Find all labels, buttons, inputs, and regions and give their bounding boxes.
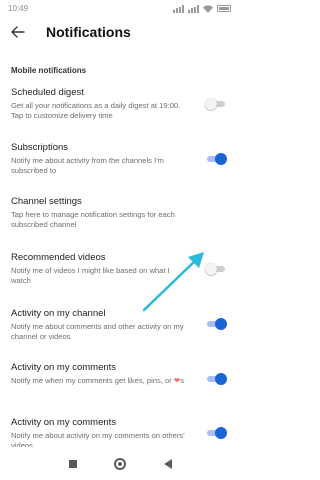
recents-icon[interactable]: [68, 459, 77, 468]
signal-icon: [173, 4, 184, 13]
activity-on-my-channel-toggle[interactable]: [205, 318, 227, 330]
status-icons: [173, 4, 231, 13]
setting-description: Notify me about activity from the channe…: [11, 156, 164, 175]
setting-description: Notify me when my comments get likes, pi…: [11, 376, 185, 385]
setting-title: Subscriptions: [11, 142, 69, 153]
setting-description: Tap here to manage notification settings…: [11, 210, 175, 229]
status-time: 10:49: [8, 4, 29, 13]
system-nav-bar: [0, 447, 241, 480]
setting-channel-settings[interactable]: Channel settings Tap here to manage noti…: [0, 196, 241, 230]
setting-title: Activity on my comments: [11, 417, 117, 428]
setting-description: Get all your notifications as a daily di…: [11, 101, 181, 120]
annotation-arrow-icon: [142, 252, 204, 312]
wifi-icon: [203, 4, 213, 13]
battery-icon: [217, 5, 231, 12]
activity-on-my-comments-others-toggle[interactable]: [205, 427, 227, 439]
page-title: Notifications: [46, 24, 131, 40]
signal-icon-2: [188, 4, 199, 13]
back-arrow-icon[interactable]: [11, 23, 29, 41]
activity-on-my-comments-toggle[interactable]: [205, 373, 227, 385]
home-icon[interactable]: [114, 457, 127, 470]
setting-title: Channel settings: [11, 196, 82, 207]
setting-description: Notify me about comments and other activ…: [11, 322, 184, 341]
setting-title: Scheduled digest: [11, 87, 84, 98]
section-header: Mobile notifications: [11, 66, 87, 75]
scheduled-digest-toggle[interactable]: [205, 98, 227, 110]
back-icon[interactable]: [164, 458, 173, 469]
status-bar: 10:49: [0, 0, 241, 17]
setting-title: Activity on my comments: [11, 362, 117, 373]
subscriptions-toggle[interactable]: [205, 153, 227, 165]
toolbar: Notifications: [0, 17, 241, 47]
